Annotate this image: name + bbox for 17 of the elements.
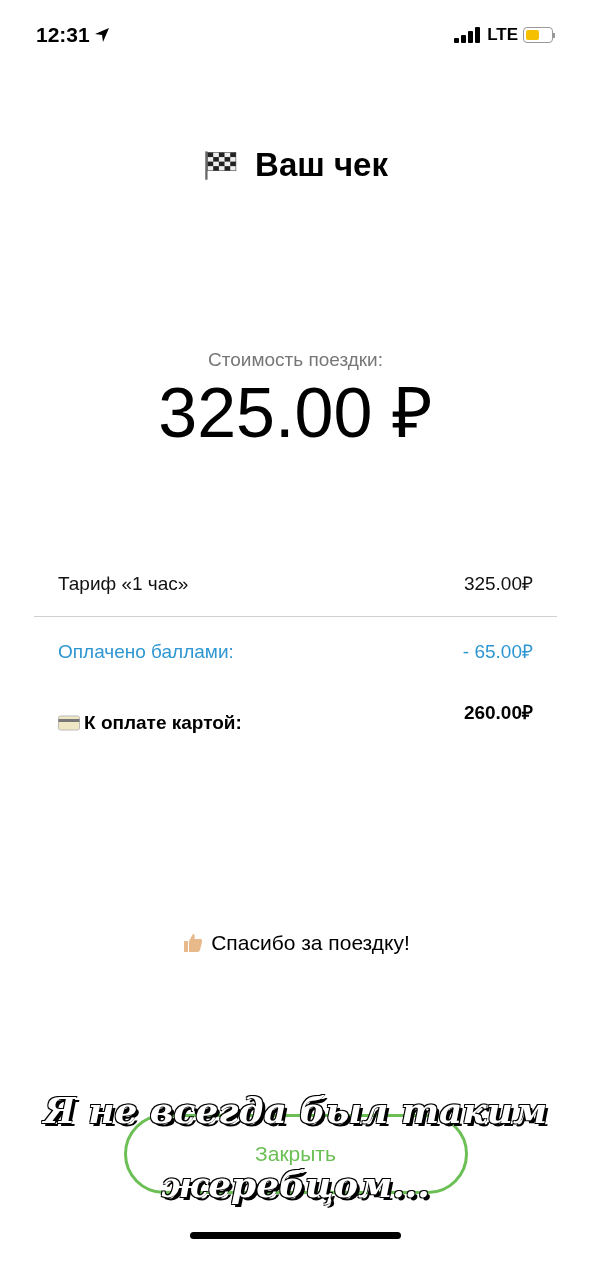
line-amount: - 65.00₽	[462, 639, 533, 664]
signal-icon	[454, 27, 483, 43]
line-label: Оплачено баллами:	[58, 639, 234, 664]
cost-amount: 325.00 ₽	[158, 378, 433, 448]
battery-icon	[523, 27, 555, 43]
page-title: Ваш чек	[255, 145, 388, 185]
network-label: LTE	[487, 24, 518, 47]
location-arrow-icon	[93, 27, 110, 43]
line-amount: 325.00₽	[463, 571, 533, 596]
line-label: Тариф «1 час»	[58, 571, 189, 596]
credit-card-icon	[58, 715, 80, 732]
status-time: 12:31	[36, 22, 90, 49]
line-amount: 260.00₽	[463, 701, 533, 725]
thanks-message: Спасибо за поездку!	[211, 930, 410, 956]
cost-label: Стоимость поездки:	[208, 347, 383, 372]
line-label: К оплате картой:	[84, 711, 242, 735]
checkered-flag-icon	[203, 149, 238, 180]
